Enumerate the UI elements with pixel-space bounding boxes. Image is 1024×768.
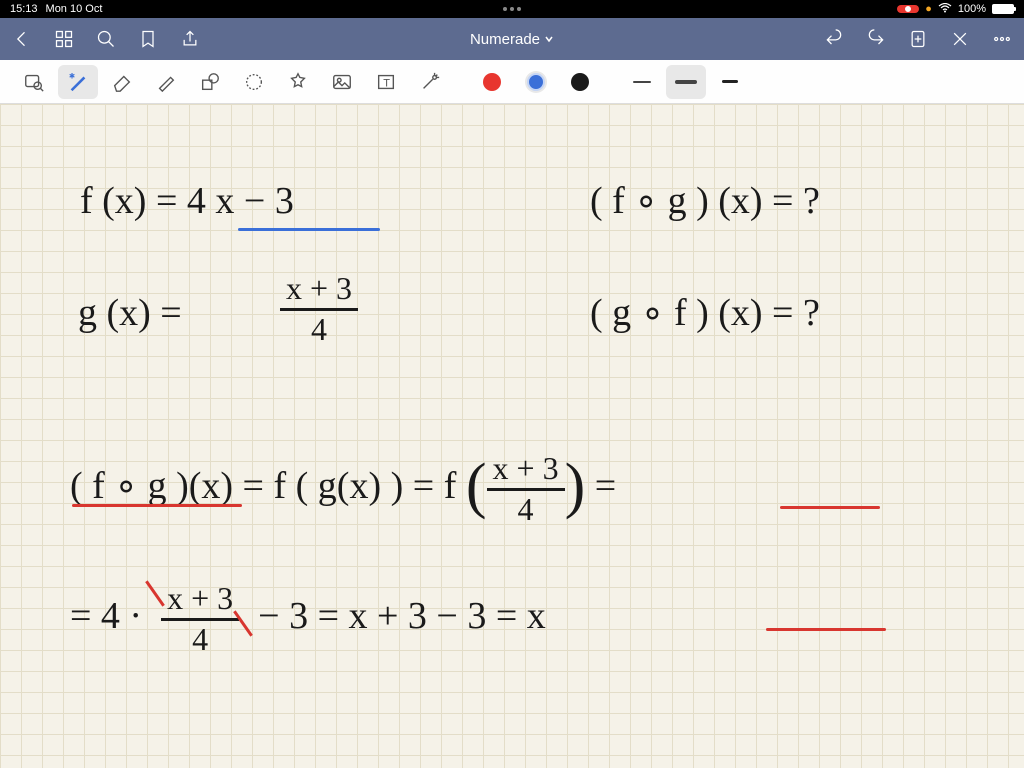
stroke-thin[interactable] bbox=[622, 65, 662, 99]
underline-red bbox=[72, 504, 242, 507]
handwriting: ( f ∘ g ) (x) = ? bbox=[590, 182, 820, 220]
orientation-lock-icon: ● bbox=[925, 3, 932, 15]
note-canvas[interactable]: f (x) = 4 x − 3 ( f ∘ g ) (x) = ? g (x) … bbox=[0, 104, 1024, 768]
status-time: 15:13 bbox=[10, 3, 38, 15]
battery-pct: 100% bbox=[958, 3, 986, 15]
svg-text:T: T bbox=[383, 77, 390, 89]
share-button[interactable] bbox=[180, 29, 200, 49]
grid-view-button[interactable] bbox=[54, 29, 74, 49]
handwriting: x + 34 bbox=[280, 272, 358, 346]
search-button[interactable] bbox=[96, 29, 116, 49]
tool-toolbar: ✱ T bbox=[0, 60, 1024, 104]
underline-red bbox=[780, 506, 880, 509]
svg-text:✱: ✱ bbox=[69, 71, 75, 80]
text-tool[interactable]: T bbox=[366, 65, 406, 99]
highlighter-tool[interactable] bbox=[146, 65, 186, 99]
close-button[interactable] bbox=[950, 29, 970, 49]
pen-tool[interactable]: ✱ bbox=[58, 65, 98, 99]
battery-icon bbox=[992, 4, 1014, 14]
eraser-tool[interactable] bbox=[102, 65, 142, 99]
lasso-tool[interactable] bbox=[234, 65, 274, 99]
stroke-thick[interactable] bbox=[710, 65, 750, 99]
bookmark-button[interactable] bbox=[138, 29, 158, 49]
handwriting: f (x) = 4 x − 3 bbox=[80, 182, 294, 220]
new-page-button[interactable] bbox=[908, 29, 928, 49]
nav-bar: Numerade bbox=[0, 18, 1024, 60]
wifi-icon bbox=[938, 3, 952, 16]
handwriting: ( f ∘ g )(x) = f ( g(x) ) = f (x + 34) = bbox=[70, 452, 616, 526]
status-date: Mon 10 Oct bbox=[46, 3, 103, 15]
handwriting: = 4 · x + 34 − 3 = x + 3 − 3 = x bbox=[70, 582, 546, 656]
underline-red bbox=[766, 628, 886, 631]
image-tool[interactable] bbox=[322, 65, 362, 99]
handwriting: ( g ∘ f ) (x) = ? bbox=[590, 294, 820, 332]
handwriting: g (x) = bbox=[78, 294, 182, 332]
document-title[interactable]: Numerade bbox=[200, 31, 824, 48]
color-red[interactable] bbox=[472, 65, 512, 99]
undo-button[interactable] bbox=[824, 29, 844, 49]
laser-tool[interactable] bbox=[410, 65, 450, 99]
screen-record-indicator[interactable] bbox=[897, 5, 919, 13]
document-title-label: Numerade bbox=[470, 31, 540, 48]
stroke-medium[interactable] bbox=[666, 65, 706, 99]
sticker-tool[interactable] bbox=[278, 65, 318, 99]
color-blue[interactable] bbox=[516, 65, 556, 99]
color-black[interactable] bbox=[560, 65, 600, 99]
zoom-tool[interactable] bbox=[14, 65, 54, 99]
more-button[interactable] bbox=[992, 29, 1012, 49]
multitask-dots[interactable] bbox=[503, 7, 521, 11]
chevron-down-icon bbox=[544, 34, 554, 44]
redo-button[interactable] bbox=[866, 29, 886, 49]
status-bar: 15:13 Mon 10 Oct ● 100% bbox=[0, 0, 1024, 18]
back-button[interactable] bbox=[12, 29, 32, 49]
underline-blue bbox=[238, 228, 380, 231]
shapes-tool[interactable] bbox=[190, 65, 230, 99]
